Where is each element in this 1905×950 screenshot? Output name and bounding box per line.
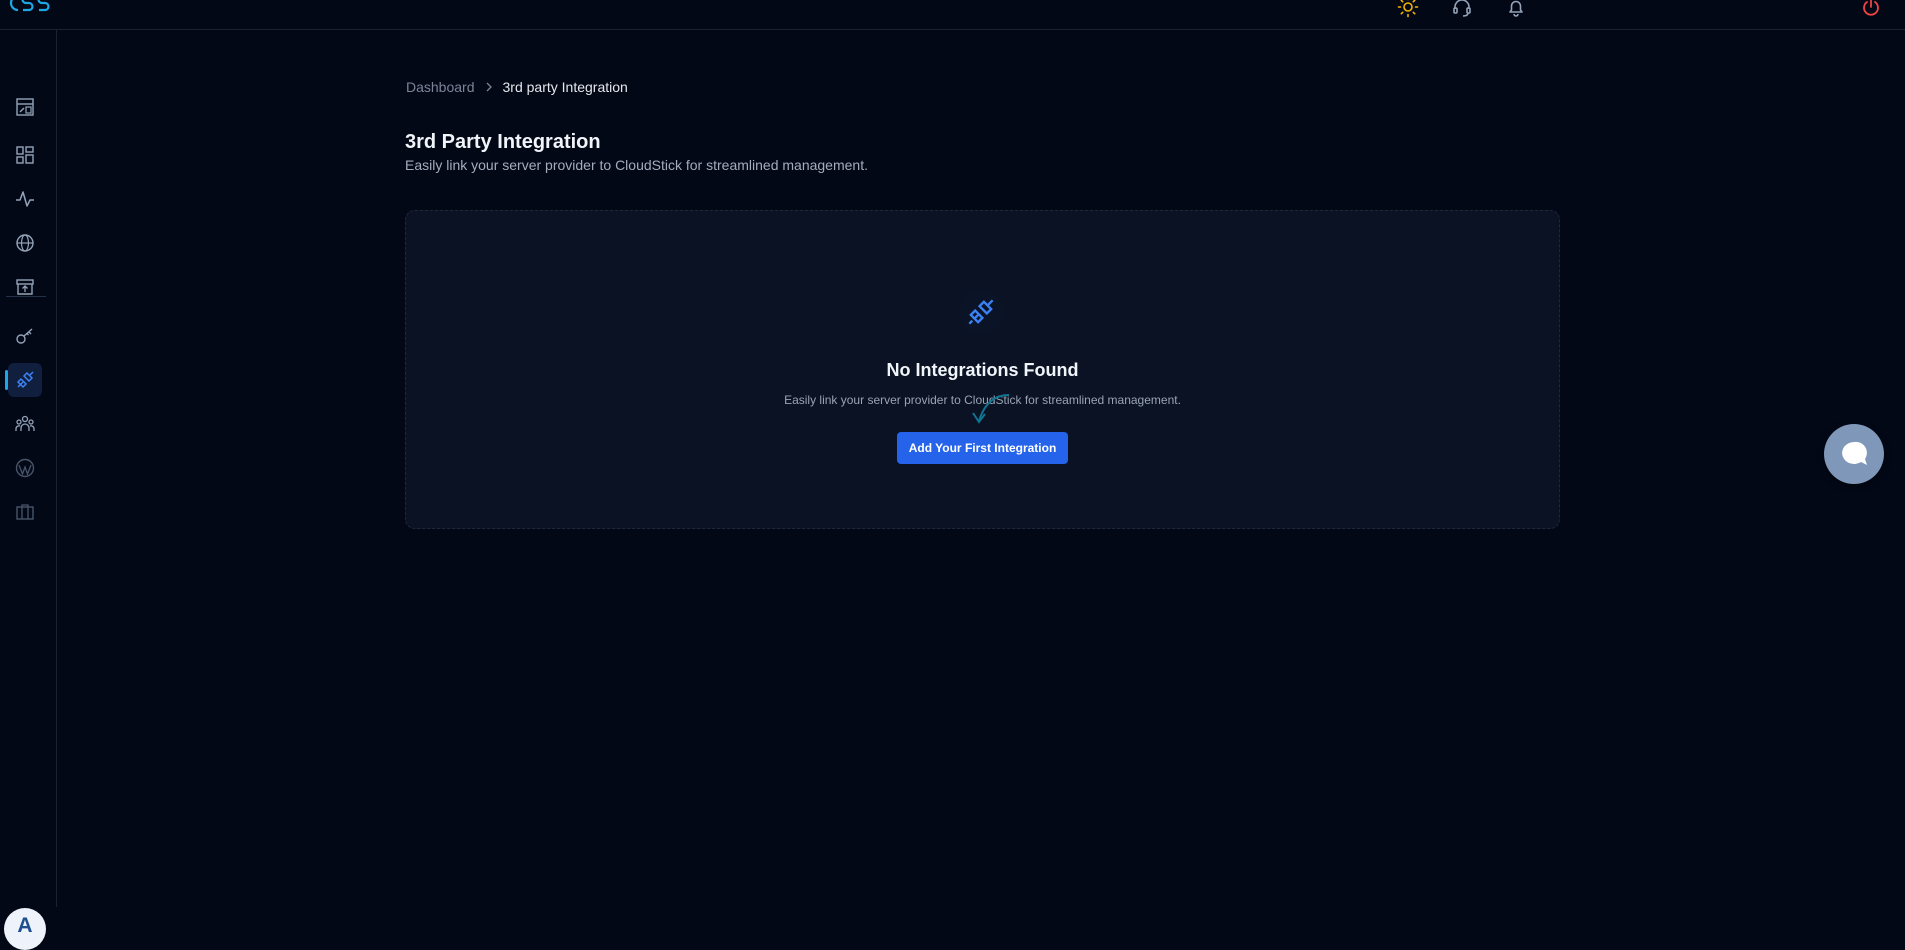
empty-state-title: No Integrations Found: [886, 360, 1079, 380]
empty-state-card: No Integrations Found Easily link your s…: [405, 210, 1560, 529]
activity-icon: [16, 191, 34, 207]
plug-icon: [968, 299, 994, 325]
sidebar-item-backups[interactable]: [8, 270, 42, 304]
support-headset-icon[interactable]: [1451, 0, 1473, 18]
sidebar-item-dashboard[interactable]: [8, 138, 42, 172]
sidebar-item-ssh-keys[interactable]: [8, 319, 42, 353]
dashboard-grid-icon: [16, 146, 34, 164]
sidebar-item-activity[interactable]: [8, 182, 42, 216]
sidebar-item-wordpress[interactable]: [8, 451, 42, 485]
briefcase-icon: [16, 504, 34, 520]
sidebar-item-domains[interactable]: [8, 226, 42, 260]
wordpress-icon: [15, 458, 35, 478]
bell-icon[interactable]: [1505, 0, 1527, 18]
page-title: 3rd Party Integration: [405, 131, 601, 153]
breadcrumb-current: 3rd party Integration: [502, 79, 628, 95]
empty-state-icon-wrapper: [958, 289, 1004, 335]
user-avatar[interactable]: A: [4, 908, 46, 950]
chat-bubble-icon: [1842, 441, 1867, 465]
add-first-integration-button[interactable]: Add Your First Integration: [897, 432, 1068, 464]
chat-widget-button[interactable]: [1824, 424, 1884, 484]
report-icon: [16, 98, 34, 116]
sidebar-item-reports[interactable]: [8, 90, 42, 124]
sidebar-divider: [6, 296, 46, 297]
page-subtitle: Easily link your server provider to Clou…: [405, 157, 868, 173]
sidebar-item-team[interactable]: [8, 407, 42, 441]
breadcrumb: Dashboard 3rd party Integration: [406, 79, 628, 95]
key-icon: [16, 328, 33, 344]
team-icon: [15, 415, 35, 431]
curved-arrow-icon: [972, 394, 1010, 424]
top-bar: [0, 0, 1905, 30]
theme-sun-icon[interactable]: [1397, 0, 1419, 18]
plug-icon: [16, 371, 34, 389]
power-icon[interactable]: [1860, 0, 1882, 18]
archive-upload-icon: [16, 279, 34, 295]
breadcrumb-dashboard-link[interactable]: Dashboard: [406, 79, 475, 95]
avatar-initial: A: [17, 914, 33, 937]
sidebar-item-projects[interactable]: [8, 495, 42, 529]
globe-icon: [16, 234, 34, 252]
chevron-right-icon: [486, 82, 492, 92]
sidebar-item-integrations[interactable]: [5, 363, 42, 397]
cloudstick-logo[interactable]: [6, 0, 52, 16]
sidebar: A: [0, 30, 57, 950]
